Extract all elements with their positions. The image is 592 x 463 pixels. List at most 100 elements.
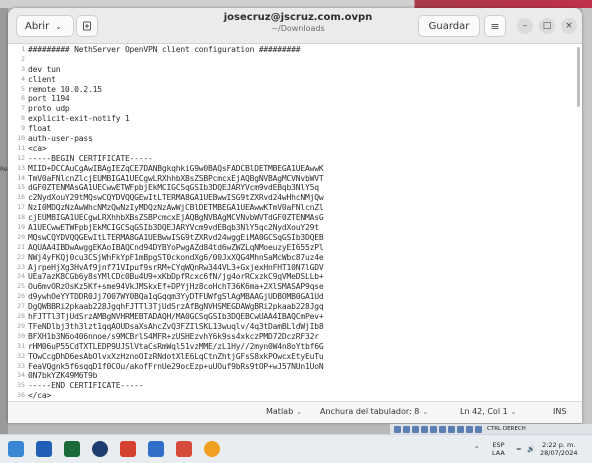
code-line: 9 float (8, 124, 582, 134)
steam-icon[interactable] (92, 441, 108, 457)
line-text: 0N7bkYZK49M6T9b (28, 371, 98, 381)
code-line: 12 -----BEGIN CERTIFICATE----- (8, 154, 582, 164)
code-line: 13 MIID+DCCAuCgAwIBAgIEZqCE7DANBgkqhkiG9w… (8, 164, 582, 174)
insert-mode-indicator[interactable]: INS (553, 407, 566, 416)
line-number: 21 (17, 242, 25, 251)
line-number: 3 (21, 64, 25, 73)
clock-date: 28/07/2024 (540, 449, 578, 457)
language-top: ESP (492, 441, 505, 449)
line-text: UEa7azK8CGb6y8sYMlCDc0Bu4U9+xKbDpfRcxc6f… (28, 272, 324, 282)
line-number: 11 (17, 143, 25, 152)
volume-icon[interactable]: 🔊 (527, 445, 535, 453)
code-line: 36 </ca> (8, 391, 582, 401)
line-text: </ca> (28, 391, 52, 401)
chevron-down-icon: ⌄ (55, 21, 62, 31)
save-button[interactable]: Guardar (418, 15, 480, 37)
line-number: 5 (21, 84, 25, 93)
word-icon[interactable] (36, 441, 52, 457)
status-bar: Matlab ⌄ Anchura del tabulador: 8 ⌄ Ln 42,… (8, 401, 582, 423)
cursor-position[interactable]: Ln 42, Col 1 ⌄ (460, 407, 517, 416)
code-line: 15 dGF0ZTENMAsGA1UECwwETWFpbjEkMCIGCSqGSI… (8, 183, 582, 193)
line-number: 6 (21, 94, 25, 103)
desktop-background (0, 0, 592, 8)
line-number: 34 (17, 371, 25, 380)
wifi-icon[interactable]: ≈ (516, 445, 521, 453)
hard-disk-icon (394, 425, 401, 433)
code-line: 14 TmV0aFNlcnZlcjEUMBIGA1UECgwLRXhhbXBsZS… (8, 174, 582, 184)
line-text: MIID+DCCAuCgAwIBAgIEZqCE7DANBgkqhkiG9w0B… (28, 163, 324, 173)
line-text: client (28, 74, 56, 84)
code-line: 27 DgQWBBRi2pkaab228JgqhFJTTl3TjUdSrzAfBg… (8, 302, 582, 312)
display-icon (448, 425, 455, 433)
optical-drive-icon (403, 425, 410, 433)
close-icon: × (565, 21, 573, 31)
chevron-up-icon[interactable]: ⌃ (474, 445, 479, 453)
code-line: 19 A1UECwwETWFpbjEkMCIGCSqGSIb3DQEJARYVcm… (8, 223, 582, 233)
virtualbox-icon[interactable] (148, 441, 164, 457)
code-line: 33 FeaVQgnk5f6sqqD1f0COu/akofFrnUe29ocEzp… (8, 362, 582, 372)
code-line: 16 c2NydXouY29tMQswCQYDVQQGEwItLTERMA8GA1… (8, 193, 582, 203)
code-line: 17 NzI0MDQzNzAwWhcNMzQwNzIyMDQzNzAwWjCBlD… (8, 203, 582, 213)
new-document-icon (83, 21, 91, 31)
audio-icon (412, 425, 419, 433)
excel-icon[interactable] (64, 441, 80, 457)
language-selector[interactable]: Matlab ⌄ (266, 407, 302, 416)
window-subtitle: ~/Downloads (271, 24, 325, 33)
code-line: 28 hFJTTl3TjUdSrzAMBgNVHRMEBTADAQH/MA0GCS… (8, 312, 582, 322)
clock[interactable]: 2:22 p. m. 28/07/2024 (540, 441, 577, 457)
windows-start-icon[interactable] (8, 441, 24, 457)
line-number: 14 (17, 173, 25, 182)
language-indicator[interactable]: ESP LAA (492, 441, 505, 457)
close-button[interactable]: × (561, 18, 577, 34)
host-key-label: CTRL DERECH (487, 426, 526, 432)
header-bar: Abrir ⌄ josecruz@jscruz.com.ovpn ~/Downl… (8, 8, 582, 44)
code-line: 6 port 1194 (8, 94, 582, 104)
line-text: float (28, 124, 52, 134)
code-line: 30 BFXH1b3N6o406nnoe/s9MCBrlS4MFR+zUSHEzv… (8, 332, 582, 342)
line-number: 9 (21, 124, 25, 133)
code-line: 11 <ca> (8, 144, 582, 154)
line-text: <ca> (28, 143, 47, 153)
text-editor-area[interactable]: 1 ######### NethServer OpenVPN client con… (8, 45, 582, 401)
line-number: 16 (17, 193, 25, 202)
line-text: dev tun (28, 64, 61, 74)
line-text: BFXH1b3N6o406nnoe/s9MCBrlS4MFR+zUSHEzvhY… (28, 331, 319, 341)
line-number: 20 (17, 232, 25, 241)
line-number: 27 (17, 302, 25, 311)
tab-width-selector[interactable]: Anchura del tabulador: 8 ⌄ (320, 407, 428, 416)
line-number: 22 (17, 252, 25, 261)
line-number: 2 (21, 54, 25, 63)
line-text: d9ywhOeYYTDDR0Jj7007WY0BQa1qGqqm3YyDTFUW… (28, 292, 324, 302)
line-number: 13 (17, 163, 25, 172)
line-text: explicit-exit-notify 1 (28, 114, 130, 124)
minimize-button[interactable]: – (517, 18, 533, 34)
line-text: c2NydXouY29tMQswCQYDVQQGEwItLTERMA8GA1UE… (28, 193, 324, 203)
open-button[interactable]: Abrir ⌄ (16, 15, 74, 37)
code-line: 10 auth-user-pass (8, 134, 582, 144)
line-text: NWj4yFKQj0cu3CSjWhFkYpF1mBpgST0ckondXg6/… (28, 252, 324, 262)
line-text: hFJTTl3TjUdSrzAMBgNVHRMEBTADAQH/MA0GCSqG… (28, 312, 324, 322)
line-text: -----BEGIN CERTIFICATE----- (28, 153, 153, 163)
code-line: 1 ######### NethServer OpenVPN client con… (8, 45, 582, 55)
line-number: 7 (21, 104, 25, 113)
browser-icon[interactable] (204, 441, 220, 457)
text-editor-window: Abrir ⌄ josecruz@jscruz.com.ovpn ~/Downl… (8, 8, 582, 423)
cpu-icon (475, 425, 482, 433)
line-text: rHM06uP55CdTXTLEDP9UJSlVtaCsRmWql51vzMME… (28, 341, 324, 351)
chevron-down-icon: ⌄ (296, 408, 303, 416)
photos-icon[interactable] (120, 441, 136, 457)
new-document-button[interactable] (76, 15, 98, 37)
shared-folder-icon (439, 425, 446, 433)
hamburger-menu-button[interactable]: ≡ (484, 15, 506, 37)
code-lines: 1 ######### NethServer OpenVPN client con… (8, 45, 582, 401)
code-line: 35 -----END CERTIFICATE----- (8, 381, 582, 391)
open-button-label: Abrir (25, 20, 50, 32)
chevron-down-icon: ⌄ (422, 408, 429, 416)
maximize-button[interactable]: □ (539, 18, 555, 34)
line-text: TOwCcgDhD6esAbOlvxXzHznoOIzRNdotXlE6LqCt… (28, 351, 324, 361)
desktop-background-right (582, 8, 592, 434)
line-number: 12 (17, 153, 25, 162)
vertical-scrollbar[interactable] (577, 47, 580, 107)
line-number: 10 (17, 134, 25, 143)
media-icon[interactable] (176, 441, 192, 457)
